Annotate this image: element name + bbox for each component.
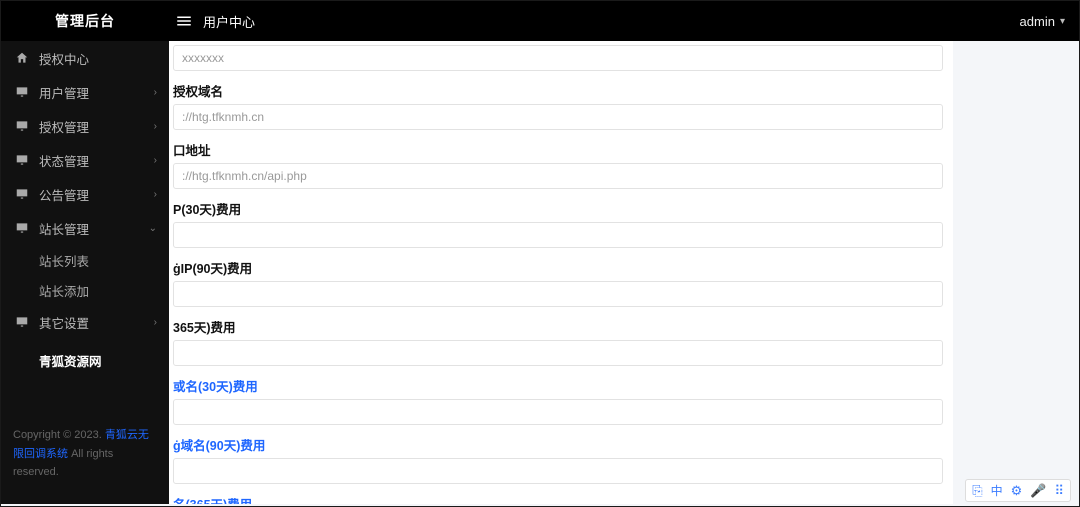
input-domain-90d-fee[interactable] xyxy=(173,458,943,484)
ime-input-icon[interactable]: ⎘ xyxy=(972,483,982,499)
sidebar: 授权中心 用户管理 › 授权管理 › 状态管理 › 公告管理 › 站长管理 ⌄ xyxy=(1,41,169,504)
label-domain-30d-fee: 或名(30天)费用 xyxy=(173,376,943,395)
ime-lang-icon[interactable]: 中 xyxy=(991,482,1003,499)
ime-settings-icon[interactable]: ⚙ xyxy=(1011,483,1023,499)
sidebar-item-auth-mgmt[interactable]: 授权管理 › xyxy=(1,109,169,143)
label-domain-365d-fee: 名(365天)费用 xyxy=(173,494,943,504)
chevron-right-icon: › xyxy=(154,155,157,166)
chevron-right-icon: › xyxy=(154,317,157,328)
app-logo: 管理后台 xyxy=(1,11,169,31)
sidebar-item-label: 状态管理 xyxy=(39,151,89,170)
sidebar-item-other[interactable]: 其它设置 › xyxy=(1,305,169,339)
input-365d-fee[interactable] xyxy=(173,340,943,366)
sidebar-subitem-site-list[interactable]: 站长列表 xyxy=(1,245,169,275)
topbar: 管理后台 用户中心 admin ▾ xyxy=(1,1,1079,41)
label-api-address: 口地址 xyxy=(173,140,943,159)
ime-mic-icon[interactable]: 🎤 xyxy=(1030,483,1046,499)
user-dropdown[interactable]: admin ▾ xyxy=(1020,1,1065,41)
sidebar-item-label: 其它设置 xyxy=(39,313,89,332)
sidebar-item-status-mgmt[interactable]: 状态管理 › xyxy=(1,143,169,177)
menu-toggle-button[interactable] xyxy=(169,12,199,30)
sidebar-item-label: 公告管理 xyxy=(39,185,89,204)
input-auth-domain[interactable] xyxy=(173,104,943,130)
monitor-icon xyxy=(15,119,29,133)
sidebar-footer: Copyright © 2023. 青狐云无限回调系统 All rights r… xyxy=(13,426,159,482)
ime-toolbar: ⎘ 中 ⚙ 🎤 ⠿ xyxy=(965,479,1071,502)
label-domain-90d-fee: ġ域名(90天)费用 xyxy=(173,435,943,454)
sidebar-item-auth-center[interactable]: 授权中心 xyxy=(1,41,169,75)
field-unknown-top[interactable] xyxy=(173,45,943,71)
user-name-label: admin xyxy=(1020,14,1055,29)
sidebar-item-user-mgmt[interactable]: 用户管理 › xyxy=(1,75,169,109)
sidebar-item-label: 用户管理 xyxy=(39,83,89,102)
form-panel: 授权域名 口地址 P(30天)费用 ġIP(90天)费用 365天)费用 或名(… xyxy=(169,41,953,504)
sidebar-subitem-site-add[interactable]: 站长添加 xyxy=(1,275,169,305)
input-domain-30d-fee[interactable] xyxy=(173,399,943,425)
label-ip-30d-fee: P(30天)费用 xyxy=(173,199,943,218)
input-ip-90d-fee[interactable] xyxy=(173,281,943,307)
chevron-right-icon: › xyxy=(154,87,157,98)
home-icon xyxy=(15,51,29,65)
label-ip-90d-fee: ġIP(90天)费用 xyxy=(173,258,943,277)
monitor-icon xyxy=(15,187,29,201)
sidebar-item-label: 授权中心 xyxy=(39,49,89,68)
label-auth-domain: 授权域名 xyxy=(173,81,943,100)
sidebar-item-notice-mgmt[interactable]: 公告管理 › xyxy=(1,177,169,211)
page-title: 用户中心 xyxy=(203,12,255,31)
chevron-right-icon: › xyxy=(154,189,157,200)
monitor-icon xyxy=(15,85,29,99)
sidebar-item-site-mgmt[interactable]: 站长管理 ⌄ xyxy=(1,211,169,245)
input-ip-30d-fee[interactable] xyxy=(173,222,943,248)
content-area: 授权域名 口地址 P(30天)费用 ġIP(90天)费用 365天)费用 或名(… xyxy=(169,41,1079,504)
hamburger-icon xyxy=(175,12,193,30)
sidebar-external-link[interactable]: 青狐资源网 xyxy=(1,345,169,375)
ime-grid-icon[interactable]: ⠿ xyxy=(1054,483,1064,499)
monitor-icon xyxy=(15,315,29,329)
chevron-right-icon: › xyxy=(154,121,157,132)
monitor-icon xyxy=(15,221,29,235)
chevron-down-icon: ⌄ xyxy=(149,223,157,234)
monitor-icon xyxy=(15,153,29,167)
chevron-down-icon: ▾ xyxy=(1060,16,1065,27)
label-365d-fee: 365天)费用 xyxy=(173,317,943,336)
sidebar-item-label: 站长管理 xyxy=(39,219,89,238)
input-api-address[interactable] xyxy=(173,163,943,189)
sidebar-item-label: 授权管理 xyxy=(39,117,89,136)
copyright-text: Copyright © 2023. xyxy=(13,429,102,441)
